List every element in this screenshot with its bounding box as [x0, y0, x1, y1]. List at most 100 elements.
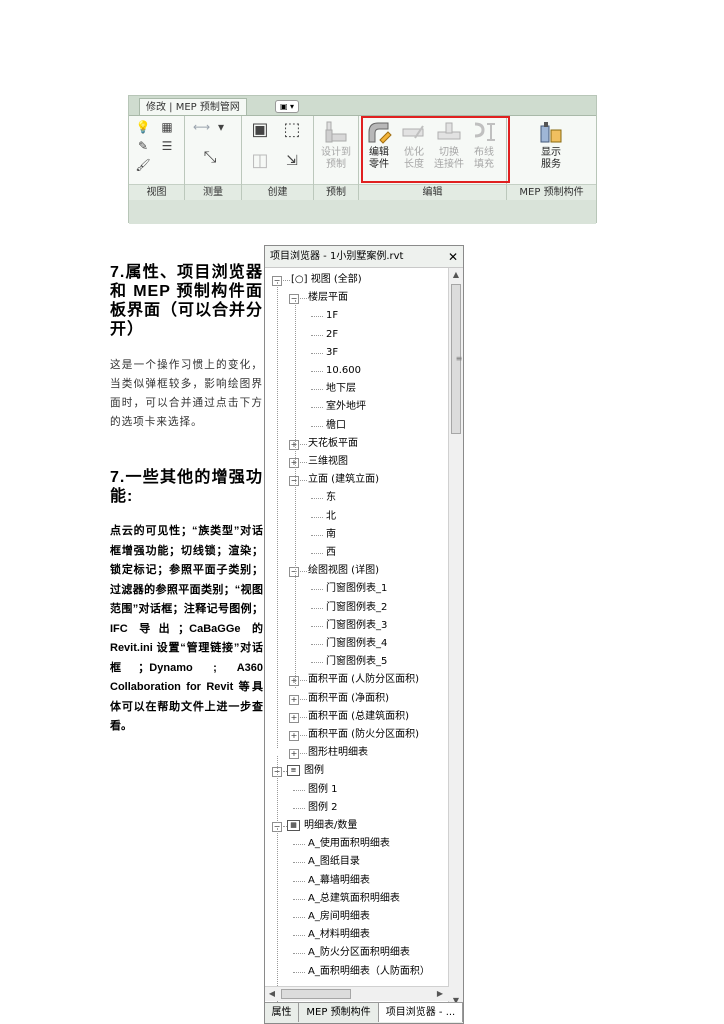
horizontal-scroll-thumb[interactable]	[281, 989, 351, 999]
tree-item[interactable]: 1F	[265, 307, 449, 325]
panel-label-mep-fabrication-parts: MEP 预制构件	[507, 184, 596, 200]
tree-item[interactable]: + 面积平面 (总建筑面积)	[265, 708, 449, 726]
hide-element-icon[interactable]: ▦	[159, 120, 175, 134]
tree-item[interactable]: + 三维视图	[265, 453, 449, 471]
tree-item[interactable]: A_面积明细表（人防面积）	[265, 963, 449, 981]
tree-item-label: 天花板平面	[308, 437, 358, 449]
override-graphics-icon[interactable]: ✎	[135, 139, 151, 153]
tab-mep-fabrication-parts[interactable]: MEP 预制构件	[299, 1003, 379, 1022]
tree-item-label: 明细表/数量	[304, 820, 358, 831]
ribbon: 修改 | MEP 预制管网 ▣ ▾ 💡 ▦ ✎ ☰ 🖌 视图 ⟷ ▾ ⤡ 测量 …	[128, 95, 597, 224]
tree-item-label: 三维视图	[308, 456, 348, 467]
tree-item[interactable]: 门窗图例表_2	[265, 599, 449, 617]
tree-item[interactable]: 室外地坪	[265, 398, 449, 416]
tree-item[interactable]: + 面积平面 (人防分区面积)	[265, 671, 449, 689]
expand-icon[interactable]: +	[289, 712, 299, 723]
tree-item[interactable]: A_防火分区面积明细表	[265, 944, 449, 962]
tree-item[interactable]: − ≡ 图例	[265, 762, 449, 780]
tree-item[interactable]: − [○] 视图 (全部)	[265, 271, 449, 289]
scroll-up-icon[interactable]: ▲	[449, 268, 463, 282]
scroll-left-icon[interactable]: ◀	[265, 987, 279, 1001]
tree-connector	[300, 462, 307, 463]
close-icon[interactable]: ✕	[448, 246, 458, 268]
tree-item[interactable]: − 绘图视图 (详图)	[265, 562, 449, 580]
tree-item[interactable]: 图例 2	[265, 799, 449, 817]
tree-connector	[311, 425, 323, 427]
show-service-button[interactable]: 显示 服务	[534, 120, 568, 171]
section-paragraph-enhancements: 点云的可见性；“族类型”对话框增强功能；切线锁；渲染；锁定标记；参照平面子类别；…	[110, 525, 263, 732]
tree-item[interactable]: 门窗图例表_5	[265, 653, 449, 671]
tree-item[interactable]: 10.600	[265, 362, 449, 380]
vertical-scrollbar[interactable]: ▲ ≡ ▼	[448, 268, 463, 1008]
tree-item[interactable]: 西	[265, 544, 449, 562]
create-parts-icon[interactable]: ▣	[248, 119, 272, 141]
panel-label-edit: 编辑	[359, 184, 506, 200]
tree-item-label: A_图纸目录	[308, 856, 360, 868]
tree-item-label: 面积平面 (防火分区面积)	[308, 729, 419, 740]
tree-item[interactable]: 门窗图例表_4	[265, 635, 449, 653]
tree-item[interactable]: + 天花板平面	[265, 435, 449, 453]
expand-icon[interactable]: +	[289, 731, 299, 741]
tree-item[interactable]: 地下层	[265, 380, 449, 398]
expand-icon[interactable]: +	[289, 694, 299, 705]
tree-connector	[293, 935, 305, 937]
tree-item-label: 檐口	[326, 419, 346, 431]
tree-item[interactable]: − 楼层平面	[265, 289, 449, 307]
tree-item[interactable]: + 图形柱明细表	[265, 744, 449, 762]
paint-brush-icon[interactable]: 🖌	[135, 158, 151, 172]
tree-item[interactable]: − 立面 (建筑立面)	[265, 471, 449, 489]
tree-item[interactable]: A_图纸目录	[265, 853, 449, 871]
collapse-icon[interactable]: −	[289, 294, 299, 305]
tree-guide-line	[277, 828, 278, 1008]
tree-item[interactable]: 门窗图例表_1	[265, 580, 449, 598]
tree-item[interactable]: 檐口	[265, 417, 449, 435]
tab-modify-mep-fabrication[interactable]: 修改 | MEP 预制管网	[139, 98, 247, 116]
tree-item[interactable]: − ▦ 明细表/数量	[265, 817, 449, 835]
bulb-icon[interactable]: 💡	[135, 120, 151, 134]
tree-connector	[311, 334, 323, 336]
tree-item[interactable]: A_材料明细表	[265, 926, 449, 944]
tree-connector	[300, 753, 307, 755]
grip-icon: ≡	[455, 354, 463, 363]
quick-access-dropdown-icon[interactable]: ▣ ▾	[275, 100, 299, 113]
tree-item[interactable]: + 面积平面 (防火分区面积)	[265, 726, 449, 744]
tree-item[interactable]: 南	[265, 526, 449, 544]
tree-item-label: 西	[326, 547, 336, 558]
expand-icon[interactable]: +	[289, 676, 299, 687]
tree-connector	[293, 807, 305, 809]
tree-item[interactable]: A_使用面积明细表	[265, 835, 449, 853]
tree-item[interactable]: + 面积平面 (净面积)	[265, 690, 449, 708]
expand-icon[interactable]: +	[289, 458, 299, 468]
horizontal-scrollbar[interactable]: ◀ ▶	[265, 986, 449, 1001]
tree-item[interactable]: 2F	[265, 326, 449, 344]
collapse-icon[interactable]: −	[289, 567, 299, 578]
tab-project-browser[interactable]: 项目浏览器 - ...	[379, 1003, 463, 1022]
expand-icon[interactable]: +	[289, 439, 299, 450]
tab-properties[interactable]: 属性	[265, 1003, 299, 1022]
design-to-fabrication-button[interactable]: 设计到 预制	[319, 120, 353, 171]
tree-connector	[311, 389, 323, 391]
expand-icon[interactable]: +	[289, 749, 299, 760]
scroll-thumb[interactable]: ≡	[451, 284, 463, 434]
aligned-dimension-icon[interactable]: ⤡	[199, 149, 221, 165]
tree-item[interactable]: 东	[265, 489, 449, 507]
tree-connector	[311, 553, 323, 554]
scroll-right-icon[interactable]: ▶	[433, 987, 447, 1001]
tree-item-label: 北	[326, 510, 336, 522]
tree-item[interactable]: A_房间明细表	[265, 908, 449, 926]
measure-between-icon[interactable]: ⟷	[193, 120, 210, 134]
tree-item[interactable]: A_总建筑面积明细表	[265, 890, 449, 908]
tree-item[interactable]: 3F	[265, 344, 449, 362]
thin-lines-icon[interactable]: ☰	[159, 139, 175, 153]
create-assembly-icon[interactable]: ⬚	[280, 119, 304, 141]
tree-item[interactable]: 北	[265, 508, 449, 526]
dropdown-icon[interactable]: ▾	[213, 120, 229, 134]
create-similar-icon[interactable]: ⇲	[280, 150, 304, 172]
tree-item[interactable]: 图例 1	[265, 781, 449, 799]
tree-item[interactable]: A_幕墙明细表	[265, 872, 449, 890]
panel-label-prefab: 预制	[314, 184, 358, 200]
collapse-icon[interactable]: −	[289, 476, 299, 487]
tree-item[interactable]: 门窗图例表_3	[265, 617, 449, 635]
tree-item-label: A_幕墙明细表	[308, 874, 370, 886]
create-group-icon[interactable]: ◫	[248, 150, 272, 172]
